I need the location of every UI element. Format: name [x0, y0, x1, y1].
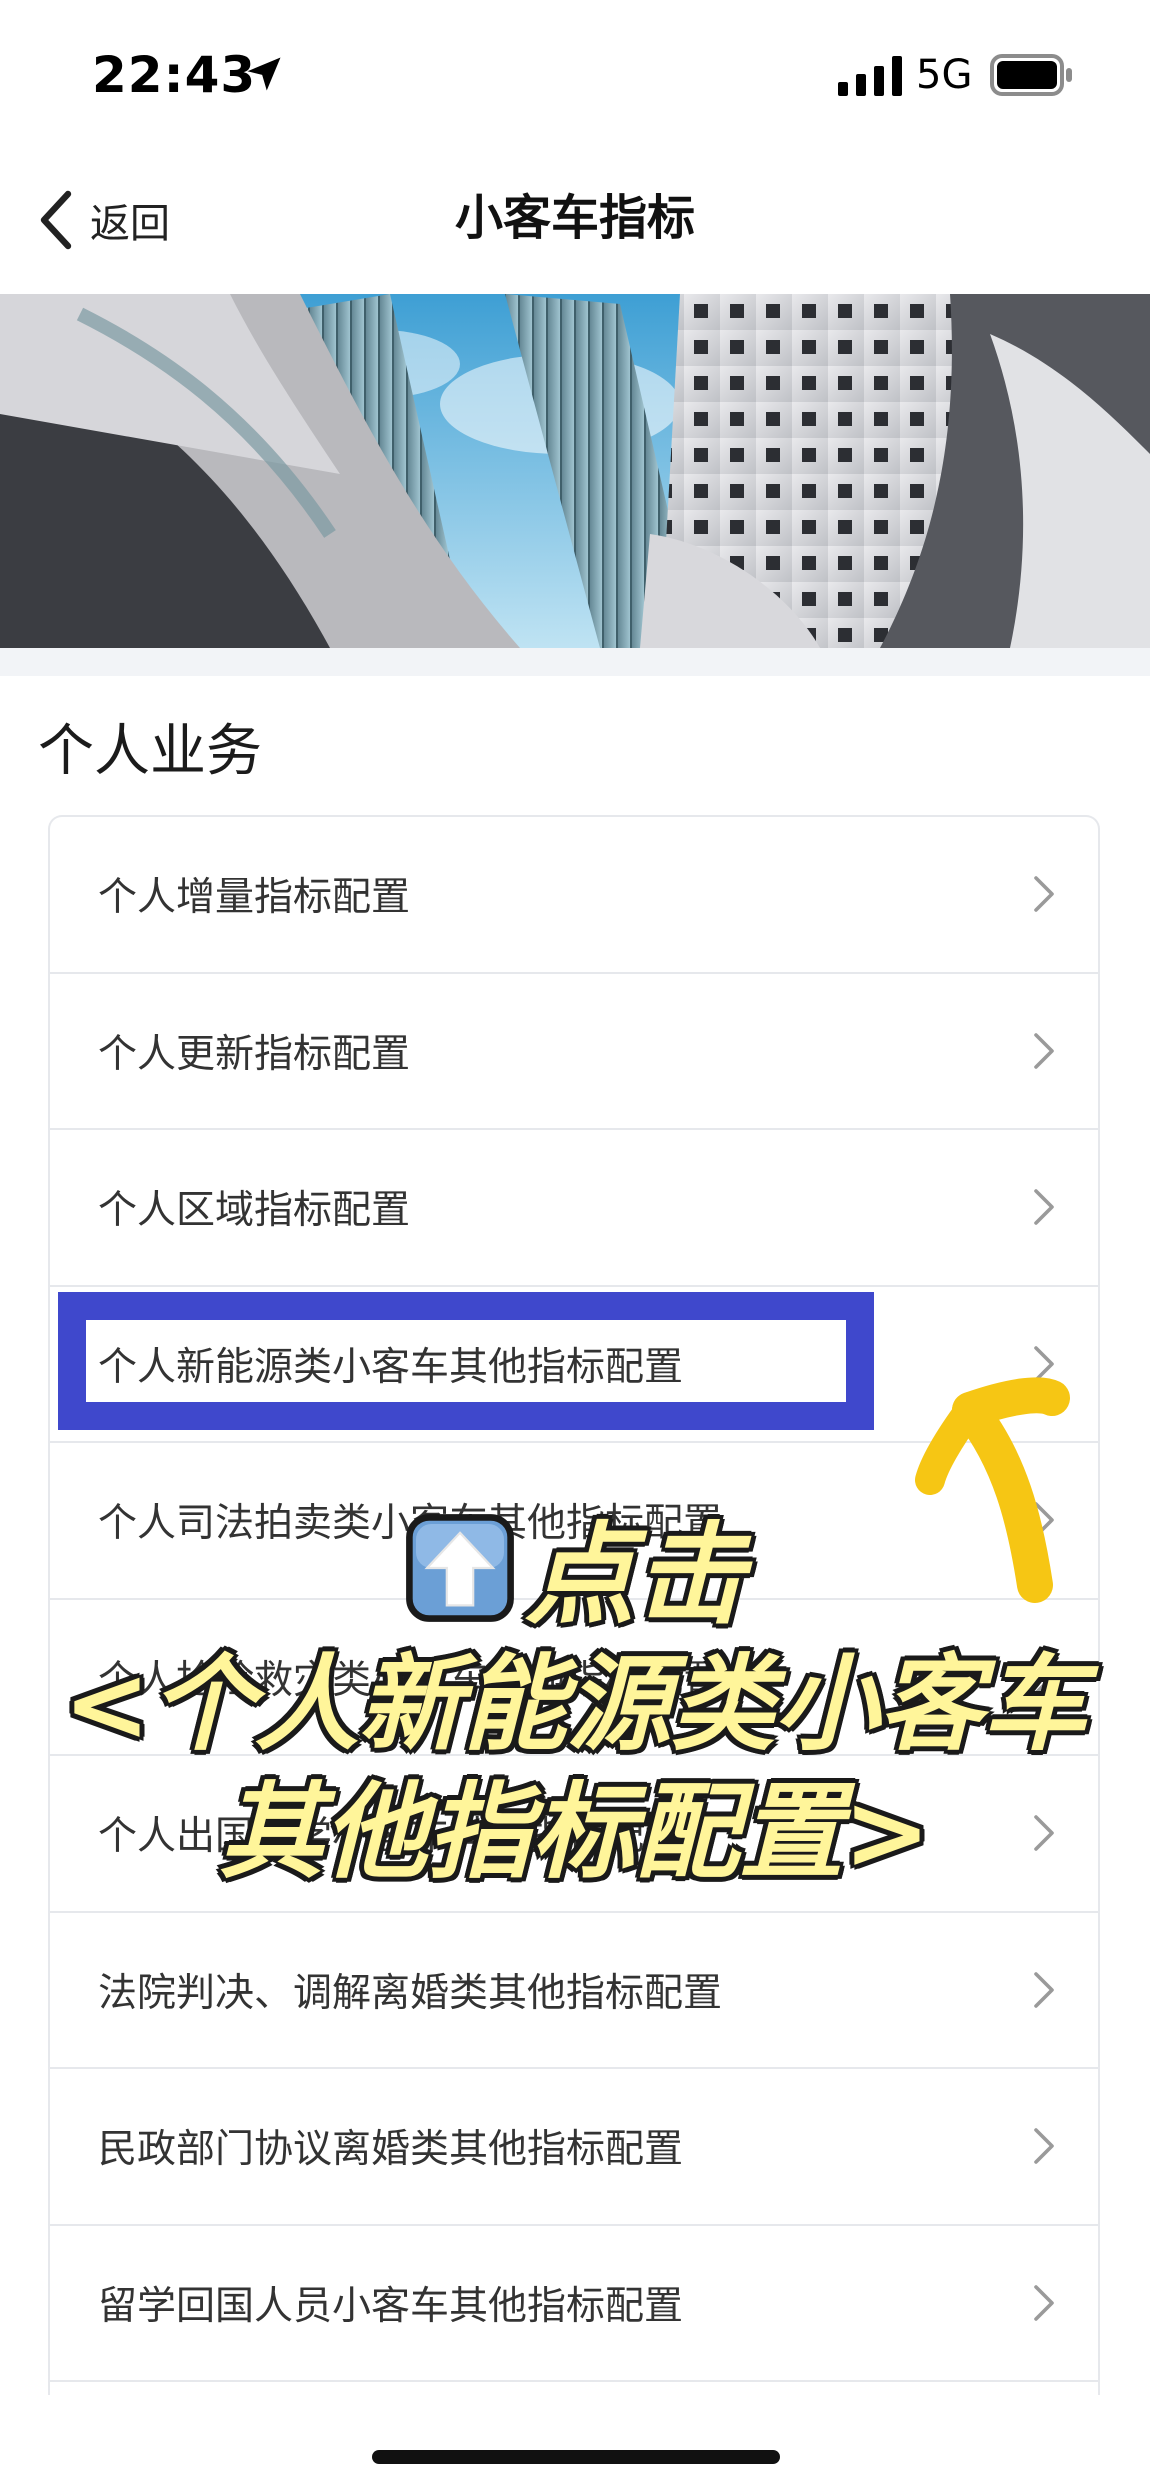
list-item[interactable]: 民政部门协议离婚类其他指标配置	[50, 2069, 1098, 2226]
caption-line-3: 其他指标配置>	[219, 1771, 931, 1893]
list-item-label: 留学回国人员小客车其他指标配置	[98, 2283, 684, 2329]
tutorial-caption: 点击 <个人新能源类小客车 其他指标配置>	[0, 1510, 1150, 1896]
location-arrow-icon	[247, 57, 281, 91]
status-bar: 22:43 5G	[0, 0, 1150, 150]
up-arrow-emoji-icon	[406, 1514, 514, 1622]
section-title: 个人业务	[38, 719, 262, 784]
chevron-right-icon	[1034, 1971, 1054, 2008]
list-item[interactable]: 个人增量指标配置	[50, 817, 1098, 974]
chevron-right-icon	[1034, 2128, 1054, 2165]
chevron-right-icon	[1034, 876, 1054, 913]
chevron-right-icon	[1034, 1189, 1054, 1226]
page-title: 小客车指标	[454, 190, 695, 246]
list-item-label: 法院判决、调解离婚类其他指标配置	[98, 1970, 723, 2016]
caption-text-1: 点击	[525, 1511, 745, 1639]
status-time: 22:43	[92, 46, 257, 104]
caption-line-1: 点击	[0, 1510, 1150, 1640]
navigation-bar: 返回 小客车指标	[0, 150, 1150, 290]
chevron-right-icon	[1034, 1032, 1054, 1069]
home-indicator[interactable]	[372, 2450, 780, 2464]
list-item[interactable]: 法院判决、调解离婚类其他指标配置	[50, 1913, 1098, 2069]
signal-icon	[838, 56, 902, 96]
list-item[interactable]: 个人更新指标配置	[50, 974, 1098, 1130]
list-item[interactable]: 个人区域指标配置	[50, 1130, 1098, 1287]
list-item-label: 民政部门协议离婚类其他指标配置	[98, 2127, 684, 2173]
section-separator	[0, 648, 1150, 676]
list-item[interactable]: 留学回国人员小客车其他指标配置	[50, 2226, 1098, 2382]
network-type: 5G	[916, 52, 973, 98]
caption-line-2: <个人新能源类小客车	[63, 1643, 1087, 1765]
chevron-right-icon	[1034, 2284, 1054, 2321]
highlight-box	[58, 1292, 874, 1430]
list-item-label: 个人增量指标配置	[98, 875, 411, 921]
list-item-label: 个人更新指标配置	[98, 1031, 411, 1077]
battery-icon	[990, 54, 1072, 96]
banner-image	[0, 294, 1150, 648]
list-item-label: 个人区域指标配置	[98, 1188, 411, 1234]
